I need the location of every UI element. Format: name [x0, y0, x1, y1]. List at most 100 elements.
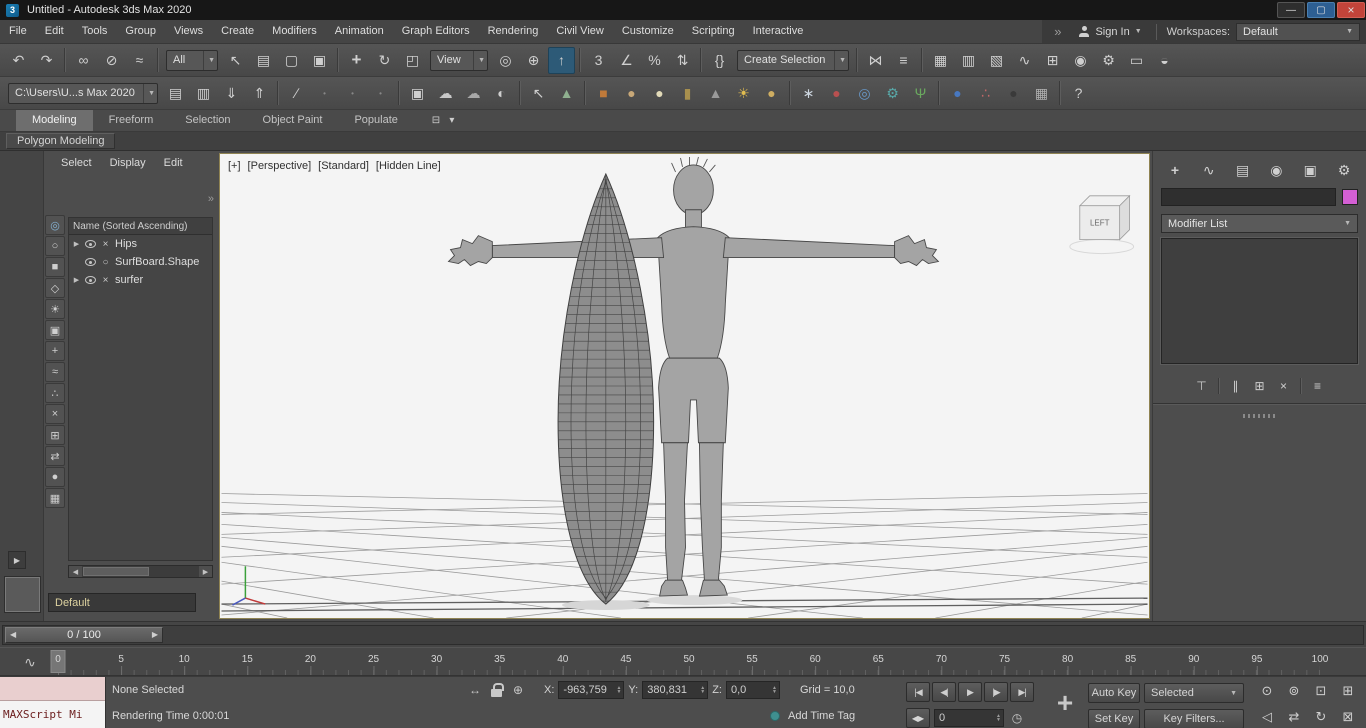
ribbon-tab-object-paint[interactable]: Object Paint — [247, 110, 339, 131]
frame-tick-75[interactable]: 75 — [999, 654, 1010, 665]
project-path-dropdown[interactable]: C:\Users\U...s Max 2020 ▼ — [8, 82, 158, 104]
dark-sphere-icon[interactable]: ● — [1000, 80, 1027, 107]
explorer-hscrollbar[interactable]: ◀ ▶ — [68, 565, 213, 578]
frame-tick-85[interactable]: 85 — [1125, 654, 1136, 665]
cloud-icon[interactable]: ☁ — [432, 80, 459, 107]
viewport-renderer-menu[interactable]: [Standard] — [318, 160, 369, 172]
viewport-pov-menu[interactable]: [Perspective] — [248, 160, 312, 172]
dot-icon-2[interactable]: • — [339, 80, 366, 107]
scroll-left-icon[interactable]: ◀ — [69, 566, 82, 577]
x-coordinate-field[interactable]: -963,759 ▲ ▼ — [558, 681, 625, 699]
frame-tick-15[interactable]: 15 — [242, 654, 253, 665]
dot-icon-3[interactable]: • — [367, 80, 394, 107]
pin-stack-icon[interactable]: ⊤ — [1191, 376, 1213, 396]
orbit-icon[interactable]: ↻ — [1308, 705, 1334, 728]
auto-key-button[interactable]: Auto Key — [1088, 683, 1140, 703]
angle-snap-icon[interactable]: ∠ — [613, 47, 640, 74]
selection-filter-dropdown[interactable]: All ▼ — [166, 49, 218, 71]
material-editor-icon[interactable]: ◉ — [1067, 47, 1094, 74]
visibility-eye-icon[interactable] — [85, 240, 96, 248]
pan-hand-icon[interactable]: ⇄ — [1281, 705, 1307, 728]
absolute-mode-transform-icon[interactable]: ⊕ — [509, 681, 527, 699]
toggle-ribbon-icon[interactable]: ▧ — [983, 47, 1010, 74]
spinner-arrows-icon[interactable]: ▲ ▼ — [616, 686, 621, 695]
time-configuration-icon[interactable]: ◷ — [1008, 709, 1026, 727]
menu-views[interactable]: Views — [165, 20, 212, 43]
atom-icon[interactable]: ◎ — [851, 80, 878, 107]
window-crossing-toggle-icon[interactable]: ▣ — [306, 47, 333, 74]
spinner-arrows-icon[interactable]: ▲ ▼ — [700, 686, 705, 695]
menu-animation[interactable]: Animation — [326, 20, 393, 43]
menu-create[interactable]: Create — [212, 20, 263, 43]
menu-edit[interactable]: Edit — [36, 20, 73, 43]
previous-frame-icon[interactable]: ◀| — [932, 682, 956, 702]
snowflake-icon[interactable]: ∗ — [795, 80, 822, 107]
display-all-icon[interactable]: ◎ — [45, 215, 65, 235]
go-to-start-icon[interactable]: |◀ — [906, 682, 930, 702]
minimize-button[interactable]: — — [1277, 2, 1305, 18]
rectangular-selection-region-icon[interactable]: ▢ — [278, 47, 305, 74]
display-containers-icon[interactable]: ▦ — [45, 488, 65, 508]
open-folder-icon[interactable]: ▤ — [162, 80, 189, 107]
render-setup-icon[interactable]: ⚙ — [1095, 47, 1122, 74]
help-icon[interactable]: ? — [1065, 80, 1092, 107]
display-xrefs-icon[interactable]: ⇄ — [45, 446, 65, 466]
red-sphere-icon[interactable]: ● — [823, 80, 850, 107]
toolbar-overflow-icon[interactable]: » — [1046, 24, 1069, 39]
utilities-tab-icon[interactable]: ⚙ — [1332, 159, 1356, 181]
mini-curve-editor-icon[interactable]: ∿ — [16, 652, 44, 672]
display-geometry-icon[interactable]: ■ — [45, 257, 65, 277]
explorer-row[interactable]: ▶ × Hips — [69, 235, 212, 253]
hierarchy-tab-icon[interactable]: ▤ — [1231, 159, 1255, 181]
unlink-selection-icon[interactable]: ⊘ — [98, 47, 125, 74]
modifier-list-dropdown[interactable]: Modifier List ▼ — [1161, 214, 1358, 233]
zoom-icon[interactable]: ⊙ — [1254, 679, 1280, 703]
next-frame-icon[interactable]: |▶ — [984, 682, 1008, 702]
visibility-eye-icon[interactable] — [85, 258, 96, 266]
spinner-snap-icon[interactable]: ⇅ — [669, 47, 696, 74]
expand-arrow-icon[interactable]: ▶ — [71, 240, 82, 248]
flyout-arrow-icon[interactable]: ▶ — [8, 551, 26, 569]
display-spacewarps-icon[interactable]: ≈ — [45, 362, 65, 382]
redo-icon[interactable]: ↷ — [33, 47, 60, 74]
track-bar[interactable]: ∿ 0 5 10 15 20 25 30 35 40 45 50 55 60 65 70 75 80 85 90 95… — [0, 647, 1366, 676]
configure-modifier-sets-icon[interactable]: ≡ — [1307, 376, 1329, 396]
display-none-icon[interactable]: ○ — [45, 236, 65, 256]
ribbon-tab-freeform[interactable]: Freeform — [93, 110, 170, 131]
frame-tick-5[interactable]: 5 — [118, 654, 124, 665]
explorer-overflow-icon[interactable]: » — [208, 193, 214, 205]
selection-lock-icon[interactable] — [491, 683, 504, 697]
menu-group[interactable]: Group — [116, 20, 165, 43]
save-file-icon[interactable]: ▥ — [190, 80, 217, 107]
menu-file[interactable]: File — [0, 20, 36, 43]
current-frame-field[interactable]: 0 ▲ ▼ — [934, 709, 1004, 727]
explorer-menu-display[interactable]: Display — [101, 157, 155, 169]
perspective-viewport[interactable]: [+] [Perspective] [Standard] [Hidden Lin… — [219, 153, 1150, 619]
frame-tick-0[interactable]: 0 — [55, 654, 61, 665]
explorer-menu-select[interactable]: Select — [52, 157, 101, 169]
modify-tab-icon[interactable]: ∿ — [1197, 159, 1221, 181]
sun-icon[interactable]: ☀ — [730, 80, 757, 107]
ribbon-minimize-caret-icon[interactable]: ▾ — [444, 113, 460, 129]
workspaces-dropdown[interactable]: Default ▼ — [1236, 22, 1360, 41]
track-bar-ruler[interactable]: 0 5 10 15 20 25 30 35 40 45 50 55 60 65 70 75 80 85 90 95 10… — [50, 648, 1328, 675]
populate-icon[interactable]: ▲ — [553, 80, 580, 107]
crate-icon[interactable]: ■ — [590, 80, 617, 107]
mirror-icon[interactable]: ⋈ — [862, 47, 889, 74]
ball-icon[interactable]: ● — [758, 80, 785, 107]
frame-tick-30[interactable]: 30 — [431, 654, 442, 665]
frame-tick-25[interactable]: 25 — [368, 654, 379, 665]
remove-modifier-icon[interactable]: × — [1273, 376, 1295, 396]
display-tab-icon[interactable]: ▣ — [1298, 159, 1322, 181]
time-slider-track[interactable]: ◀ 0 / 100 ▶ — [2, 624, 1364, 645]
display-cameras-icon[interactable]: ▣ — [45, 320, 65, 340]
set-key-mode-icon[interactable]: + — [1048, 685, 1082, 721]
maxscript-listener-row[interactable]: MAXScript Mi — [0, 701, 105, 728]
toggle-scene-explorer-icon[interactable]: ▦ — [927, 47, 954, 74]
object-color-swatch[interactable] — [1342, 189, 1358, 205]
toggle-layer-explorer-icon[interactable]: ▥ — [955, 47, 982, 74]
z-coordinate-field[interactable]: 0,0 ▲ ▼ — [725, 681, 780, 699]
frame-tick-80[interactable]: 80 — [1062, 654, 1073, 665]
show-end-result-icon[interactable]: ∥ — [1225, 376, 1247, 396]
frame-tick-70[interactable]: 70 — [936, 654, 947, 665]
